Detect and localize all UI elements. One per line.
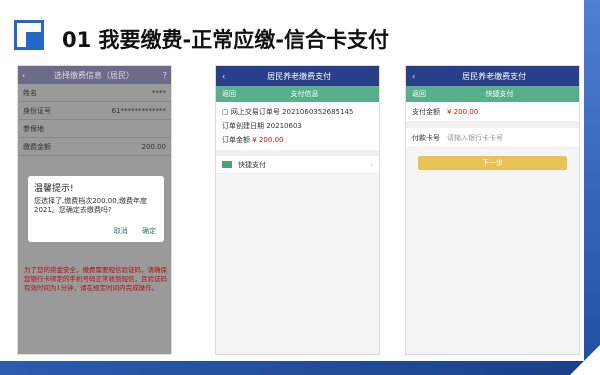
dialog-message: 您选择了,缴费档次200.00,缴费年度2021。您确定去缴费吗? — [34, 197, 147, 214]
slide-title: 01 我要缴费-正常应缴-信合卡支付 — [62, 28, 389, 52]
order-no-row: ▢ 网上交易订单号 2021060352685145 — [216, 105, 379, 119]
decor-bottom-bar — [0, 361, 600, 375]
help-icon[interactable]: ? — [163, 71, 167, 80]
created-value: 20210603 — [266, 122, 302, 130]
screen3-subtitle: 快捷支付 — [485, 90, 514, 98]
phone-screen-2: ‹ 居民养老缴费支付 返回 支付信息 ▢ 网上交易订单号 20210603526… — [215, 65, 380, 355]
field-location: 参保地 — [18, 120, 171, 138]
confirm-dialog: 温馨提示! 您选择了,缴费档次200.00,缴费年度2021。您确定去缴费吗? … — [28, 176, 164, 242]
field-amount[interactable]: 缴费金额 200.00 — [18, 138, 171, 156]
order-no-value: 2021060352685145 — [282, 108, 354, 116]
logo-icon — [14, 20, 48, 54]
decor-right-bar — [584, 0, 600, 375]
field-id-value: 61************* — [111, 106, 166, 115]
screen1-header: ‹ 选择缴费信息（居民） ? — [18, 66, 171, 84]
screen2-header: ‹ 居民养老缴费支付 — [216, 66, 379, 86]
order-no-label: 网上交易订单号 — [230, 108, 280, 116]
pay-amount-label: 支付金额 — [412, 107, 440, 116]
screen3-header: ‹ 居民养老缴费支付 — [406, 66, 579, 86]
security-warning: 为了您的资金安全，缴费需要短信验证码，请确保您银行卡绑定的手机号码正常收到短信，… — [24, 266, 167, 292]
field-name-label: 姓名 — [23, 88, 37, 97]
pay-amount-value: ¥ 200.00 — [447, 107, 479, 116]
dialog-confirm-button[interactable]: 确定 — [142, 227, 156, 235]
dialog-cancel-button[interactable]: 取消 — [114, 227, 128, 235]
card-no-label: 付款卡号 — [412, 133, 440, 142]
field-amount-label: 缴费金额 — [23, 142, 51, 151]
back-link[interactable]: 返回 — [412, 89, 426, 99]
screen3-subheader: 返回 快捷支付 — [406, 86, 579, 102]
dialog-title: 温馨提示! — [34, 184, 74, 194]
field-id: 身份证号 61************* — [18, 102, 171, 120]
screen1-title: 选择缴费信息（居民） — [53, 70, 134, 80]
back-link[interactable]: 返回 — [222, 89, 236, 99]
quick-pay-label: 快捷支付 — [238, 160, 266, 169]
quick-pay-option[interactable]: 快捷支付 › — [216, 156, 379, 174]
chevron-right-icon: › — [370, 160, 373, 169]
card-icon — [222, 161, 232, 168]
amount-row: 订单金额 ¥ 200.00 — [216, 133, 379, 147]
field-location-label: 参保地 — [23, 124, 44, 133]
screen2-subtitle: 支付信息 — [290, 90, 319, 98]
screen2-title: 居民养老缴费支付 — [267, 71, 332, 81]
created-row: 订单创建日期 20210603 — [216, 119, 379, 133]
card-no-input[interactable]: 请输入银行卡卡号 — [447, 133, 503, 143]
screen3-title: 居民养老缴费支付 — [462, 71, 527, 81]
amount-label: 订单金额 — [222, 136, 250, 144]
card-no-row[interactable]: 付款卡号 请输入银行卡卡号 — [406, 128, 579, 148]
created-label: 订单创建日期 — [222, 122, 264, 130]
phone-screen-3: ‹ 居民养老缴费支付 返回 快捷支付 支付金额 ¥ 200.00 付款卡号 请输… — [405, 65, 580, 355]
phone-screen-1: ‹ 选择缴费信息（居民） ? 姓名 **** 身份证号 61**********… — [17, 65, 172, 355]
field-name: 姓名 **** — [18, 84, 171, 102]
field-id-label: 身份证号 — [23, 106, 51, 115]
next-button[interactable]: 下一步 — [418, 156, 567, 170]
amount-value: ¥ 200.00 — [252, 136, 284, 144]
pay-amount-row: 支付金额 ¥ 200.00 — [406, 102, 579, 122]
doc-icon: ▢ — [222, 108, 229, 116]
screen2-subheader: 返回 支付信息 — [216, 86, 379, 102]
field-name-value: **** — [152, 88, 166, 97]
field-amount-value: 200.00 — [141, 142, 167, 151]
